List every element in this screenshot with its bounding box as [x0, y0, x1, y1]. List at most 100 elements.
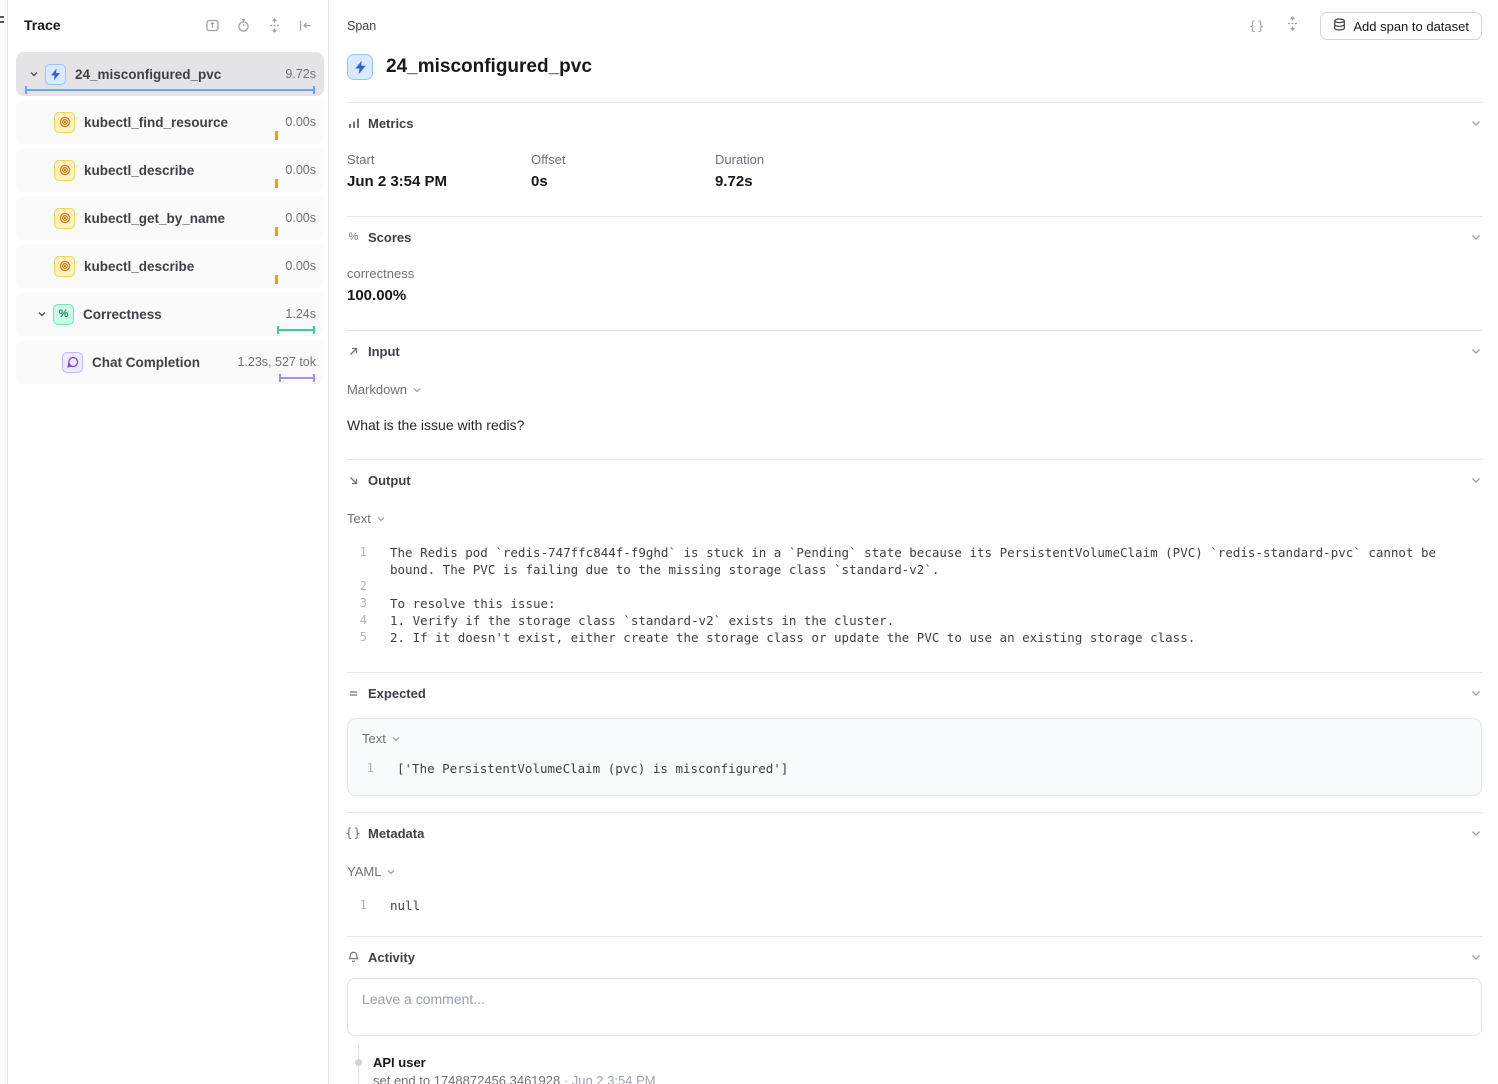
- span-detail-panel: Span {} Add span to dataset 24_misconfig…: [328, 0, 1498, 1084]
- chevron-down-icon[interactable]: [36, 309, 48, 319]
- span-title-row: 24_misconfigured_pvc: [347, 54, 1482, 80]
- code-line: 1The Redis pod `redis-747ffc844f-f9ghd` …: [347, 544, 1482, 578]
- collapse-section-icon[interactable]: [1470, 231, 1482, 243]
- expected-section: Expected Text 1['The PersistentVolumeCla…: [347, 672, 1482, 796]
- collapse-section-icon[interactable]: [1470, 827, 1482, 839]
- trace-row-root-span[interactable]: 24_misconfigured_pvc 9.72s: [16, 52, 324, 96]
- metric-value: Jun 2 3:54 PM: [347, 173, 531, 190]
- trace-row-duration: 1.24s: [285, 307, 324, 321]
- output-format-select[interactable]: Text: [347, 511, 386, 526]
- panel-view-icon[interactable]: [205, 18, 220, 33]
- collapse-left-icon[interactable]: [298, 18, 313, 33]
- activity-feed: API user set end to 1748872456.3461928 ·…: [347, 1055, 1482, 1084]
- expected-format-select[interactable]: Text: [354, 731, 401, 746]
- trace-row-label: 24_misconfigured_pvc: [75, 67, 221, 82]
- code-line: 41. Verify if the storage class `standar…: [347, 612, 1482, 629]
- view-json-icon[interactable]: {}: [1249, 19, 1265, 33]
- percent-icon: %: [347, 231, 360, 243]
- code-line: 52. If it doesn't exist, either create t…: [347, 629, 1482, 646]
- span-type-icon: [45, 64, 66, 85]
- activity-detail: set end to 1748872456.3461928 · Jun 2 3:…: [373, 1073, 1482, 1084]
- metric-value: 9.72s: [715, 173, 1482, 190]
- trace-row-tool[interactable]: kubectl_describe 0.00s: [16, 244, 324, 288]
- trace-title: Trace: [24, 17, 61, 33]
- collapse-section-icon[interactable]: [1470, 951, 1482, 963]
- metrics-icon: [347, 117, 360, 129]
- trace-row-duration: 0.00s: [285, 211, 324, 225]
- span-kind-label: Span: [347, 19, 376, 33]
- trace-row-label: kubectl_find_resource: [84, 115, 228, 130]
- trace-row-evaluator[interactable]: % Correctness 1.24s: [16, 292, 324, 336]
- trace-row-tool[interactable]: kubectl_find_resource 0.00s: [16, 100, 324, 144]
- panel-drag-handle-icon[interactable]: [0, 16, 4, 26]
- trace-row-label: kubectl_describe: [84, 259, 194, 274]
- output-section: Output Text 1The Redis pod `redis-747ffc…: [347, 459, 1482, 672]
- section-title: Activity: [368, 950, 415, 965]
- trace-row-duration: 0.00s: [285, 163, 324, 177]
- collapse-section-icon[interactable]: [1470, 687, 1482, 699]
- metrics-section: Metrics Start Jun 2 3:54 PM Offset 0s Du…: [347, 102, 1482, 216]
- tool-type-icon: [54, 208, 75, 229]
- metric-start: Start Jun 2 3:54 PM: [347, 152, 531, 190]
- trace-tree: 24_misconfigured_pvc 9.72s kubectl_find_…: [8, 50, 328, 388]
- chevron-down-icon: [376, 514, 386, 524]
- duration-bar: [279, 377, 315, 379]
- chevron-down-icon[interactable]: [28, 69, 40, 79]
- score-type-icon: %: [53, 304, 74, 325]
- duration-bar: [277, 329, 315, 331]
- trace-row-duration: 0.00s: [285, 259, 324, 273]
- activity-user: API user: [373, 1055, 1482, 1070]
- duration-bar: [275, 227, 278, 236]
- code-line: 1null: [347, 897, 1482, 914]
- input-text: What is the issue with redis?: [347, 417, 1482, 459]
- chevron-down-icon: [412, 385, 422, 395]
- input-section: Input Markdown What is the issue with re…: [347, 330, 1482, 459]
- span-panel-actions: {} Add span to dataset: [1249, 12, 1482, 40]
- collapsed-panel-rail[interactable]: [0, 0, 8, 1084]
- input-format-select[interactable]: Markdown: [347, 382, 422, 397]
- score-value: 100.00%: [347, 287, 1482, 304]
- metrics-grid: Start Jun 2 3:54 PM Offset 0s Duration 9…: [347, 152, 1482, 216]
- expand-vertical-icon[interactable]: [267, 18, 282, 33]
- activity-timestamp: · Jun 2 3:54 PM: [560, 1073, 655, 1084]
- metadata-format-select[interactable]: YAML: [347, 864, 396, 879]
- add-span-to-dataset-button[interactable]: Add span to dataset: [1320, 12, 1482, 40]
- dataset-icon: [1333, 18, 1346, 35]
- expand-panel-icon[interactable]: [1285, 16, 1300, 36]
- equals-icon: [347, 688, 360, 699]
- section-title: Metadata: [368, 826, 424, 841]
- chat-bubble-icon: [62, 352, 83, 373]
- trace-row-label: kubectl_get_by_name: [84, 211, 225, 226]
- page-title: 24_misconfigured_pvc: [386, 56, 592, 78]
- tool-type-icon: [54, 112, 75, 133]
- trace-row-label: kubectl_describe: [84, 163, 194, 178]
- trace-row-label: Chat Completion: [92, 355, 200, 370]
- output-code-block: 1The Redis pod `redis-747ffc844f-f9ghd` …: [347, 544, 1482, 672]
- collapse-section-icon[interactable]: [1470, 474, 1482, 486]
- metric-offset: Offset 0s: [531, 152, 715, 190]
- collapse-section-icon[interactable]: [1470, 117, 1482, 129]
- tool-type-icon: [54, 256, 75, 277]
- trace-row-duration: 9.72s: [285, 67, 324, 81]
- trace-row-label: Correctness: [83, 307, 162, 322]
- comment-input[interactable]: [347, 978, 1482, 1036]
- metadata-code-block: 1null: [347, 897, 1482, 936]
- trace-row-llm[interactable]: Chat Completion 1.23s, 527 tok: [16, 340, 324, 384]
- activity-entry: API user set end to 1748872456.3461928 ·…: [373, 1055, 1482, 1084]
- trace-row-tool[interactable]: kubectl_get_by_name 0.00s: [16, 196, 324, 240]
- stopwatch-icon[interactable]: [236, 18, 251, 33]
- section-title: Metrics: [368, 116, 414, 131]
- metric-value: 0s: [531, 173, 715, 190]
- trace-row-tool[interactable]: kubectl_describe 0.00s: [16, 148, 324, 192]
- collapse-section-icon[interactable]: [1470, 345, 1482, 357]
- tool-type-icon: [54, 160, 75, 181]
- trace-sidebar-header: Trace: [8, 0, 328, 50]
- format-label: Text: [347, 511, 371, 526]
- span-panel-header: Span {} Add span to dataset: [347, 0, 1482, 40]
- braces-icon: {}: [347, 826, 360, 840]
- code-line: 3To resolve this issue:: [347, 595, 1482, 612]
- section-title: Scores: [368, 230, 411, 245]
- trace-row-duration: 0.00s: [285, 115, 324, 129]
- section-title: Input: [368, 344, 400, 359]
- score-item: correctness 100.00%: [347, 266, 1482, 330]
